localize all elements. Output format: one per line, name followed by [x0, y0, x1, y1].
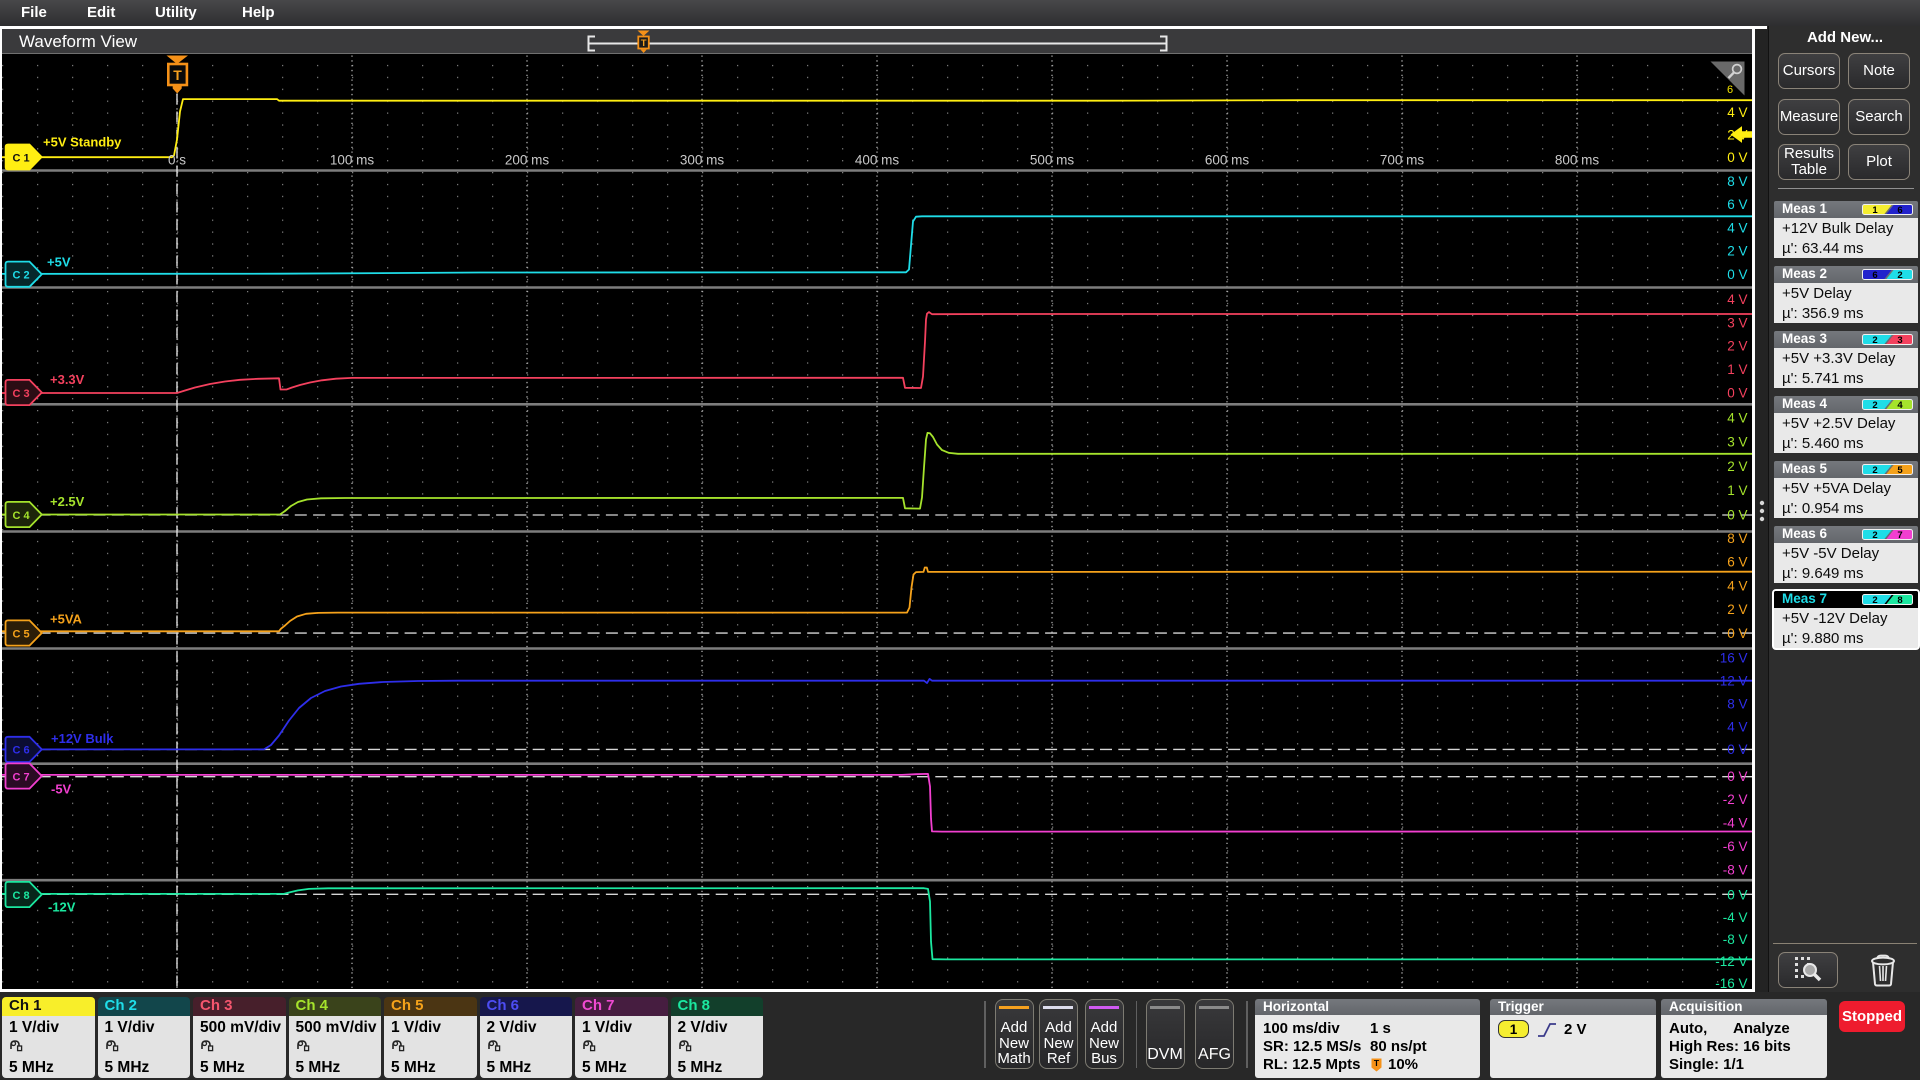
svg-text:2: 2: [1872, 335, 1877, 345]
svg-text:+5V Standby: +5V Standby: [43, 134, 122, 149]
svg-text:-16 V: -16 V: [1715, 975, 1747, 988]
svg-text:+12V Bulk: +12V Bulk: [51, 730, 114, 745]
svg-text:+3.3V: +3.3V: [50, 371, 85, 386]
svg-text:T: T: [641, 38, 647, 49]
svg-text:C 3: C 3: [12, 387, 29, 399]
svg-text:T: T: [1374, 1058, 1380, 1068]
svg-text:400 ms: 400 ms: [855, 152, 900, 167]
svg-text:+5V: +5V: [47, 254, 71, 269]
svg-text:3 V: 3 V: [1727, 315, 1747, 330]
svg-text:-6 V: -6 V: [1723, 839, 1748, 854]
svg-text:4 V: 4 V: [1727, 719, 1747, 734]
svg-text:C 4: C 4: [12, 509, 30, 521]
svg-text:T: T: [173, 67, 182, 83]
svg-text:6 V: 6 V: [1727, 554, 1747, 569]
svg-text:4 V: 4 V: [1727, 410, 1747, 425]
svg-text:2: 2: [1872, 595, 1877, 605]
svg-text:500 ms: 500 ms: [1030, 152, 1075, 167]
svg-text:0 V: 0 V: [1727, 267, 1747, 282]
svg-text:C 8: C 8: [12, 889, 29, 901]
svg-text:-8 V: -8 V: [1723, 862, 1748, 877]
svg-text:4 V: 4 V: [1727, 105, 1747, 120]
svg-text:2 V: 2 V: [1727, 602, 1747, 617]
svg-text:1 V: 1 V: [1727, 362, 1747, 377]
svg-text:0 s: 0 s: [168, 152, 186, 167]
svg-text:2: 2: [1872, 465, 1877, 475]
svg-text:6: 6: [1897, 205, 1902, 215]
svg-text:4 V: 4 V: [1727, 220, 1747, 235]
svg-text:600 ms: 600 ms: [1205, 152, 1250, 167]
svg-text:2: 2: [1897, 270, 1902, 280]
svg-text:-4 V: -4 V: [1723, 909, 1748, 924]
svg-text:300 ms: 300 ms: [680, 152, 725, 167]
svg-text:-8 V: -8 V: [1723, 931, 1748, 946]
svg-text:7: 7: [1897, 530, 1902, 540]
svg-text:0 V: 0 V: [1727, 625, 1747, 640]
svg-text:8 V: 8 V: [1727, 696, 1747, 711]
svg-text:-12 V: -12 V: [1715, 953, 1747, 968]
svg-text:C 7: C 7: [12, 771, 29, 783]
svg-text:-5V: -5V: [51, 781, 72, 796]
svg-text:3 V: 3 V: [1727, 434, 1747, 449]
svg-text:0 V: 0 V: [1727, 385, 1747, 400]
svg-text:C 2: C 2: [12, 269, 29, 281]
svg-text:-4 V: -4 V: [1723, 815, 1748, 830]
svg-text:C 6: C 6: [12, 744, 29, 756]
svg-text:0 V: 0 V: [1727, 887, 1747, 902]
svg-text:6: 6: [1727, 84, 1733, 96]
svg-text:800 ms: 800 ms: [1555, 152, 1600, 167]
svg-text:4 V: 4 V: [1727, 578, 1747, 593]
svg-text:0 V: 0 V: [1727, 768, 1747, 783]
svg-text:8: 8: [1897, 595, 1902, 605]
svg-text:2 V: 2 V: [1727, 458, 1747, 473]
svg-text:3: 3: [1897, 335, 1902, 345]
svg-text:8 V: 8 V: [1727, 173, 1747, 188]
svg-text:0 V: 0 V: [1727, 149, 1747, 164]
svg-text:C 5: C 5: [12, 628, 29, 640]
svg-text:C 1: C 1: [12, 152, 29, 164]
svg-text:2 V: 2 V: [1727, 243, 1747, 258]
svg-text:-12V: -12V: [48, 899, 76, 914]
svg-text:200 ms: 200 ms: [505, 152, 550, 167]
svg-text:+5VA: +5VA: [50, 611, 83, 626]
svg-text:0 V: 0 V: [1727, 507, 1747, 522]
svg-text:4 V: 4 V: [1727, 292, 1747, 307]
svg-text:1: 1: [1872, 205, 1878, 215]
svg-text:+2.5V: +2.5V: [50, 493, 85, 508]
svg-text:2: 2: [1872, 400, 1877, 410]
svg-text:8 V: 8 V: [1727, 531, 1747, 546]
svg-text:2 V: 2 V: [1727, 338, 1747, 353]
svg-text:-2 V: -2 V: [1723, 792, 1748, 807]
svg-text:16 V: 16 V: [1720, 650, 1748, 665]
svg-text:4: 4: [1897, 400, 1903, 410]
svg-text:1 V: 1 V: [1727, 483, 1747, 498]
svg-text:0 V: 0 V: [1727, 742, 1747, 757]
svg-text:100 ms: 100 ms: [330, 152, 375, 167]
svg-text:6: 6: [1872, 270, 1877, 280]
svg-text:2: 2: [1872, 530, 1877, 540]
svg-text:5: 5: [1897, 465, 1903, 475]
svg-text:6 V: 6 V: [1727, 197, 1747, 212]
svg-text:700 ms: 700 ms: [1380, 152, 1425, 167]
